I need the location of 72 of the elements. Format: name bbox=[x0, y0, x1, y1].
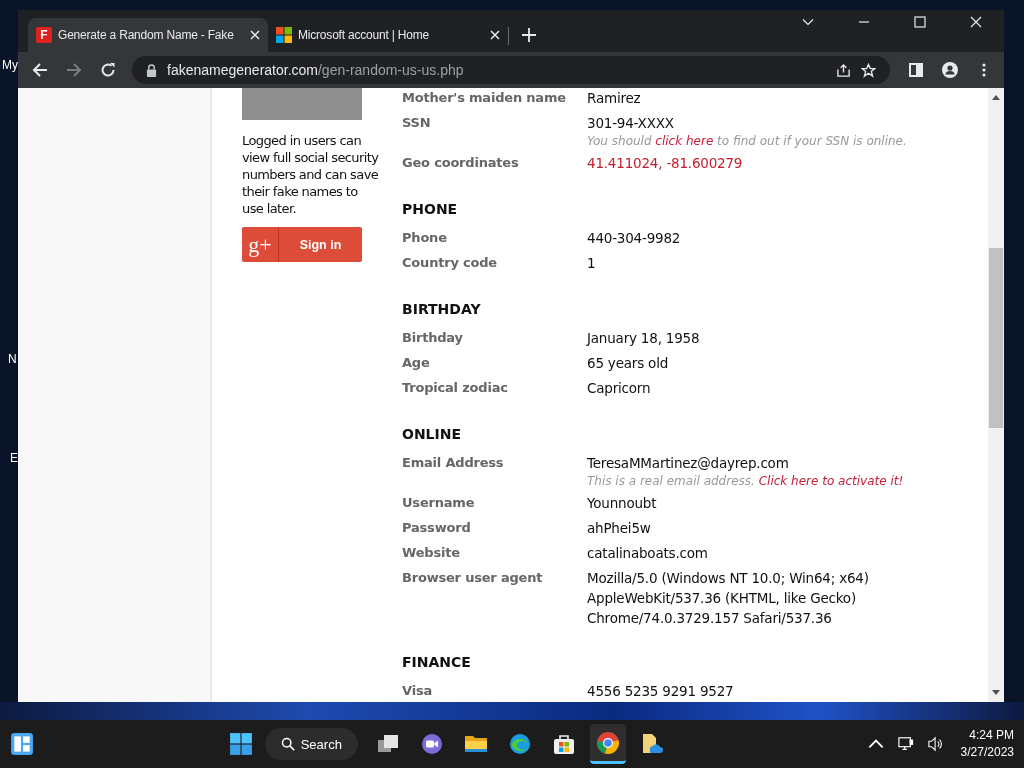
field-value: 4556 5235 9291 9527 bbox=[587, 682, 734, 701]
section-heading: ONLINE bbox=[402, 426, 463, 444]
field-label: Visa bbox=[402, 682, 433, 700]
field-value: Mozilla/5.0 (Windows NT 10.0; Win64; x64) AppleWebKit/537.36 (KHTML, like Gecko) Chrome/74.0.3729.157 Safari/537.36 bbox=[587, 569, 869, 628]
note-link[interactable]: Click here to activate it! bbox=[758, 474, 904, 488]
widgets-icon[interactable] bbox=[10, 732, 34, 756]
clock[interactable]: 4:24 PM 3/27/2023 bbox=[960, 727, 1014, 761]
field-label: Browser user agent bbox=[402, 569, 544, 587]
chrome-browser-icon[interactable] bbox=[589, 724, 626, 764]
field-value: ahPhei5w bbox=[587, 519, 651, 538]
field-note: You should click here to find out if your SSN is online. bbox=[587, 133, 907, 150]
field-label: Mother's maiden name bbox=[402, 89, 567, 107]
tab-title: Microsoft account | Home bbox=[298, 28, 431, 42]
profile-icon[interactable] bbox=[942, 62, 958, 78]
field-label: Phone bbox=[402, 229, 448, 247]
google-sign-in-button[interactable]: g+ Sign in bbox=[242, 227, 362, 262]
field-label: Username bbox=[402, 494, 476, 512]
field-label: Geo coordinates bbox=[402, 154, 520, 172]
section-heading: PHONE bbox=[402, 201, 459, 219]
field-value: catalinaboats.com bbox=[587, 544, 708, 563]
network-icon[interactable] bbox=[897, 736, 914, 752]
field-label: SSN bbox=[402, 114, 432, 132]
site-favicon-icon: F bbox=[36, 27, 52, 43]
field-value: January 18, 1958 bbox=[587, 329, 700, 348]
volume-icon[interactable] bbox=[927, 736, 944, 752]
close-icon[interactable] bbox=[970, 16, 982, 28]
section-heading: FINANCE bbox=[402, 654, 472, 672]
close-tab-icon[interactable] bbox=[250, 30, 260, 40]
field-value: TeresaMMartinez@dayrep.com bbox=[587, 454, 790, 473]
field-label: Email Address bbox=[402, 454, 505, 472]
address-bar[interactable]: fakenamegenerator.com/gen-random-us-us.php bbox=[132, 56, 890, 84]
field-value: 301-94-XXXX bbox=[587, 114, 675, 133]
field-label: Age bbox=[402, 354, 431, 372]
lock-icon bbox=[146, 63, 157, 77]
side-panel-icon[interactable] bbox=[908, 62, 924, 78]
section-heading: BIRTHDAY bbox=[402, 301, 482, 319]
search-icon bbox=[280, 737, 295, 751]
field-label: Birthday bbox=[402, 329, 464, 347]
scroll-up-arrow-icon[interactable] bbox=[992, 94, 1000, 100]
note-link[interactable]: click here bbox=[655, 134, 714, 148]
close-tab-icon[interactable] bbox=[490, 30, 500, 40]
desktop-icon-label: N bbox=[8, 352, 17, 366]
browser-tab[interactable]: Microsoft account | Home bbox=[268, 18, 508, 52]
four-squares-icon bbox=[276, 27, 292, 43]
field-value: Ramirez bbox=[587, 89, 641, 108]
scroll-down-arrow-icon[interactable] bbox=[992, 690, 1000, 696]
desktop-icon-label: My bbox=[2, 58, 18, 72]
field-value: Capricorn bbox=[587, 379, 651, 398]
field-note: This is a real email address. Click here to activate it! bbox=[587, 473, 904, 490]
new-tab-icon[interactable] bbox=[522, 28, 536, 42]
field-label: Website bbox=[402, 544, 461, 562]
chevron-down-icon[interactable] bbox=[802, 16, 814, 28]
scrollbar-thumb[interactable] bbox=[989, 248, 1003, 428]
share-icon[interactable] bbox=[836, 62, 851, 78]
field-label: Password bbox=[402, 519, 472, 537]
field-value: 440-304-9982 bbox=[587, 229, 681, 248]
browser-tab[interactable]: F Generate a Random Name - Fake bbox=[28, 18, 268, 52]
reload-icon[interactable] bbox=[100, 62, 116, 78]
field-label: Country code bbox=[402, 254, 498, 272]
field-label: Tropical zodiac bbox=[402, 379, 509, 397]
back-arrow-icon[interactable] bbox=[32, 62, 48, 78]
field-value: 1 bbox=[587, 254, 596, 273]
field-value: 65 years old bbox=[587, 354, 669, 373]
desktop-icon-label: E bbox=[10, 451, 18, 465]
windows-start-icon[interactable] bbox=[228, 732, 253, 756]
field-value-link[interactable]: 41.411024, -81.600279 bbox=[587, 153, 743, 173]
field-value: Younnoubt bbox=[587, 494, 657, 513]
login-note: Logged in users can view full social security numbers and can save their fake names to use later. bbox=[242, 132, 380, 217]
taskbar-search[interactable]: Search bbox=[264, 728, 358, 760]
maximize-icon[interactable] bbox=[914, 16, 926, 28]
star-icon[interactable] bbox=[861, 62, 876, 78]
tab-title: Generate a Random Name - Fake bbox=[58, 28, 235, 42]
